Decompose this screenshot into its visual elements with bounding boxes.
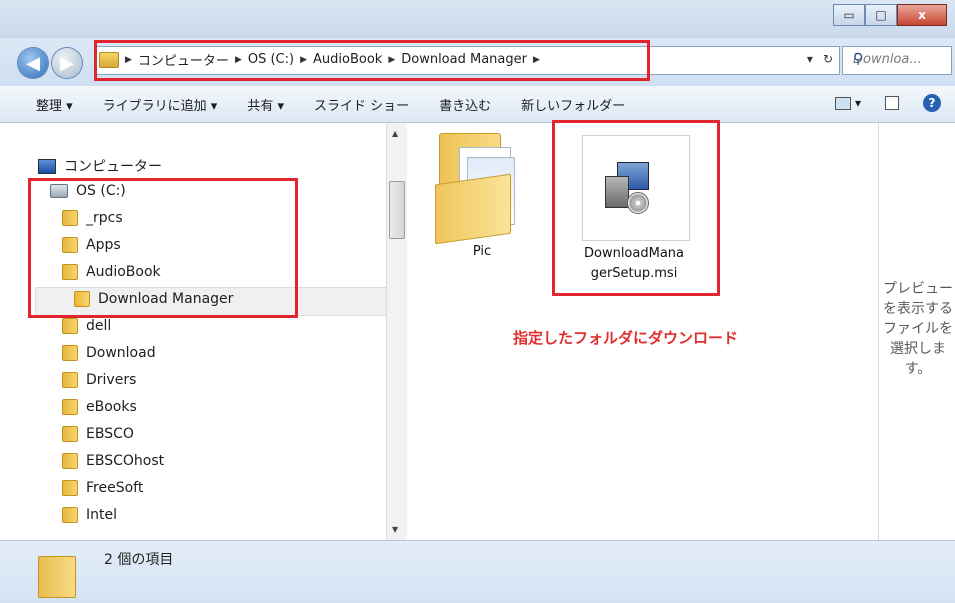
help-button[interactable]: ? bbox=[923, 94, 941, 112]
nav-scrollbar[interactable]: ▲ ▼ bbox=[386, 123, 407, 540]
tree-item-intel[interactable]: Intel bbox=[62, 507, 117, 523]
folder-icon bbox=[62, 453, 78, 469]
tree-label: Download bbox=[86, 345, 156, 361]
tree-item-drivers[interactable]: Drivers bbox=[62, 372, 136, 388]
tree-item-download[interactable]: Download bbox=[62, 345, 156, 361]
folder-front-icon bbox=[435, 173, 511, 245]
folder-icon bbox=[62, 480, 78, 496]
forward-button[interactable]: ▶ bbox=[52, 48, 82, 78]
tree-label: Drivers bbox=[86, 372, 137, 388]
folder-icon bbox=[62, 372, 78, 388]
maximize-button[interactable]: □ bbox=[865, 4, 897, 26]
folder-icon bbox=[62, 345, 78, 361]
refresh-icon[interactable]: ↻ bbox=[823, 52, 833, 66]
close-button[interactable]: x bbox=[897, 4, 947, 26]
organize-menu[interactable]: 整理 ▾ bbox=[36, 95, 73, 114]
tree-label: dell bbox=[86, 318, 112, 334]
folder-icon bbox=[62, 318, 78, 334]
preview-line: 選択しま bbox=[890, 341, 946, 357]
share-menu[interactable]: 共有 ▾ bbox=[247, 95, 284, 114]
folder-icon bbox=[62, 399, 78, 415]
preview-line: す。 bbox=[904, 361, 932, 377]
scroll-up-icon[interactable]: ▲ bbox=[392, 129, 398, 138]
chevron-down-icon: ▾ bbox=[854, 96, 861, 110]
folder-icon bbox=[62, 507, 78, 523]
address-highlight-box bbox=[94, 40, 650, 81]
back-button[interactable]: ◀ bbox=[18, 48, 48, 78]
scroll-down-icon[interactable]: ▼ bbox=[392, 525, 398, 534]
tree-highlight-box bbox=[28, 178, 298, 318]
tree-item-computer[interactable]: コンピューター bbox=[38, 156, 162, 176]
window-controls: ▭ □ x bbox=[833, 4, 947, 26]
folder-icon bbox=[38, 556, 76, 598]
title-bar: ▭ □ x bbox=[0, 0, 955, 38]
preview-pane: プレビュー を表示する ファイルを 選択しま す。 bbox=[878, 123, 955, 540]
command-bar: 整理 ▾ ライブラリに追加 ▾ 共有 ▾ スライド ショー 書き込む 新しいフォ… bbox=[0, 86, 955, 123]
tree-item-freesoft[interactable]: FreeSoft bbox=[62, 480, 143, 496]
tree-label: FreeSoft bbox=[86, 480, 144, 496]
burn-button[interactable]: 書き込む bbox=[439, 95, 491, 114]
view-options-button[interactable]: ▾ bbox=[834, 96, 861, 110]
view-icon bbox=[834, 96, 851, 110]
tree-label: Intel bbox=[86, 507, 117, 523]
address-dropdown-icon[interactable]: ▾ bbox=[807, 52, 813, 66]
slideshow-button[interactable]: スライド ショー bbox=[314, 95, 409, 114]
file-name-pic[interactable]: Pic bbox=[462, 244, 502, 259]
tree-item-ebsco[interactable]: EBSCO bbox=[62, 426, 134, 442]
tree-item-ebscohost[interactable]: EBSCOhost bbox=[62, 453, 164, 469]
new-folder-button[interactable]: 新しいフォルダー bbox=[521, 95, 625, 114]
preview-line: プレビュー bbox=[883, 281, 953, 297]
item-count: 2 個の項目 bbox=[104, 552, 174, 568]
scroll-thumb[interactable] bbox=[389, 181, 405, 239]
search-icon[interactable]: ⚲ bbox=[853, 51, 947, 67]
tree-item-ebooks[interactable]: eBooks bbox=[62, 399, 137, 415]
preview-message: プレビュー を表示する ファイルを 選択しま す。 bbox=[881, 279, 955, 379]
tree-label: eBooks bbox=[86, 399, 137, 415]
tree-label: コンピューター bbox=[64, 159, 162, 175]
tree-label: EBSCOhost bbox=[86, 453, 165, 469]
folder-icon bbox=[62, 426, 78, 442]
computer-icon bbox=[38, 158, 56, 174]
details-pane: 2 個の項目 bbox=[0, 540, 955, 603]
tree-label: EBSCO bbox=[86, 426, 134, 442]
preview-line: ファイルを bbox=[883, 321, 953, 337]
address-actions: ▾ ↻ bbox=[807, 52, 833, 66]
file-highlight-box bbox=[552, 120, 720, 296]
preview-line: を表示する bbox=[883, 301, 953, 317]
folder-item-pic[interactable] bbox=[433, 133, 521, 245]
preview-pane-button[interactable] bbox=[885, 96, 899, 110]
annotation-text: 指定したフォルダにダウンロード bbox=[513, 329, 739, 347]
add-to-library-menu[interactable]: ライブラリに追加 ▾ bbox=[103, 95, 218, 114]
search-input[interactable]: Downloa... ⚲ bbox=[842, 46, 952, 75]
tree-item-dell[interactable]: dell bbox=[62, 318, 111, 334]
minimize-button[interactable]: ▭ bbox=[833, 4, 865, 26]
